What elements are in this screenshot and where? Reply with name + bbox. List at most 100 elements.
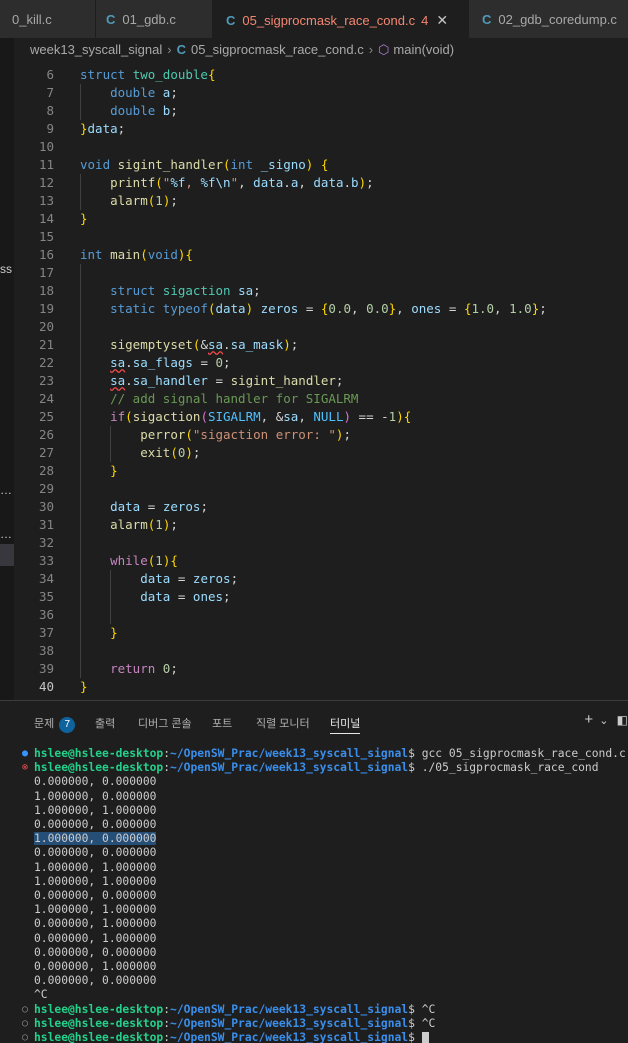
- code-line[interactable]: 11 void sigint_handler(int _signo) {: [14, 156, 628, 174]
- output-text: 0.000000, 0.000000: [34, 846, 157, 860]
- code-line[interactable]: 12 printf("%f, %f\n", data.a, data.b);: [14, 174, 628, 192]
- code-line[interactable]: 24 // add signal handler for SIGALRM: [14, 390, 628, 408]
- indent-guide: [80, 174, 81, 210]
- code-line[interactable]: 10: [14, 138, 628, 156]
- terminal-output-line: 1.000000, 1.000000: [34, 861, 156, 875]
- sidebar-fragment[interactable]: ss: [0, 262, 12, 276]
- code-line[interactable]: 38: [14, 642, 628, 660]
- code-line[interactable]: 7 double a;: [14, 84, 628, 102]
- code-line[interactable]: 28 }: [14, 462, 628, 480]
- code-line[interactable]: 29: [14, 480, 628, 498]
- code-line[interactable]: 25 if(sigaction(SIGALRM, &sa, NULL) == -…: [14, 408, 628, 426]
- tab-terminal[interactable]: 터미널: [330, 715, 361, 734]
- code-line[interactable]: 32: [14, 534, 628, 552]
- code-line[interactable]: 26 perror("sigaction error: ");: [14, 426, 628, 444]
- code-line[interactable]: 16 int main(void){: [14, 246, 628, 264]
- terminal-output-line: 0.000000, 0.000000: [34, 946, 156, 960]
- code-line[interactable]: 31 alarm(1);: [14, 516, 628, 534]
- terminal-profile-icon[interactable]: ◧: [617, 713, 628, 727]
- terminal-output-line: 0.000000, 0.000000: [34, 974, 156, 988]
- command-status-icon[interactable]: ○: [20, 1017, 30, 1031]
- output-text: 1.000000, 1.000000: [34, 874, 157, 888]
- add-terminal-icon[interactable]: +: [584, 711, 593, 728]
- line-number: 29: [38, 481, 54, 496]
- code-line[interactable]: 14}: [14, 210, 628, 228]
- command-text: ./05_sigprocmask_race_cond: [421, 761, 599, 775]
- tab-ports[interactable]: 포트: [212, 715, 232, 731]
- breadcrumb-symbol[interactable]: main(void): [393, 42, 454, 57]
- code-text: data = zeros;: [140, 571, 239, 586]
- code-text: void sigint_handler(int _signo) {: [80, 157, 329, 172]
- code-line[interactable]: 27 exit(0);: [14, 444, 628, 462]
- tab-02-gdb-coredump-c[interactable]: C 02_gdb_coredump.c: [469, 0, 628, 38]
- terminal-output-line: 0.000000, 1.000000: [34, 960, 156, 974]
- indent-guide: [80, 84, 81, 120]
- command-status-icon[interactable]: ○: [20, 1003, 30, 1017]
- tab-01-gdb-c[interactable]: C 01_gdb.c: [96, 0, 213, 38]
- code-text: }data;: [80, 121, 126, 136]
- code-line[interactable]: 9 }data;: [14, 120, 628, 138]
- symbol-method-icon: ⬡: [378, 42, 390, 57]
- tab-debug-console[interactable]: 디버그 콘솔: [138, 715, 192, 731]
- code-line[interactable]: 23 sa.sa_handler = sigint_handler;: [14, 372, 628, 390]
- code-line[interactable]: 18 struct sigaction sa;: [14, 282, 628, 300]
- command-error-icon[interactable]: ⊗: [20, 761, 30, 775]
- prompt-user: hslee@hslee-desktop: [34, 1031, 164, 1043]
- code-line[interactable]: 13 alarm(1);: [14, 192, 628, 210]
- code-text: }: [110, 625, 118, 640]
- terminal-output-line: 0.000000, 1.000000: [34, 932, 156, 946]
- line-number: 11: [38, 157, 54, 172]
- code-line[interactable]: 33 while(1){: [14, 552, 628, 570]
- code-line[interactable]: 39 return 0;: [14, 660, 628, 678]
- terminal-output-line: 1.000000, 0.000000: [34, 832, 157, 846]
- code-editor[interactable]: 6 struct two_double{7 double a; 8 double b…: [14, 62, 628, 700]
- code-line[interactable]: 22 sa.sa_flags = 0;: [14, 354, 628, 372]
- terminal-output-line: 1.000000, 1.000000: [34, 903, 156, 917]
- code-text: sa.sa_flags = 0;: [110, 355, 231, 370]
- prompt-path: ~/OpenSW_Prac/week13_syscall_signal: [170, 1016, 409, 1030]
- output-text: 0.000000, 1.000000: [34, 931, 157, 945]
- breadcrumb: P] week13_syscall_signal›C05_sigprocmask…: [14, 38, 628, 62]
- line-number: 22: [38, 355, 54, 370]
- c-file-icon: C: [226, 13, 236, 28]
- chevron-down-icon[interactable]: ⌄: [599, 715, 608, 727]
- prompt-path: ~/OpenSW_Prac/week13_syscall_signal: [170, 747, 409, 760]
- output-text: 1.000000, 0.000000: [34, 789, 157, 803]
- line-number: 30: [38, 499, 54, 514]
- code-line[interactable]: 20: [14, 318, 628, 336]
- code-line[interactable]: 19 static typeof(data) zeros = {0.0, 0.0…: [14, 300, 628, 318]
- command-status-icon[interactable]: ○: [20, 1031, 30, 1043]
- code-line[interactable]: 36: [14, 606, 628, 624]
- tab-output[interactable]: 출력: [95, 715, 115, 731]
- command-text: ^C: [421, 1002, 436, 1016]
- code-line[interactable]: 30 data = zeros;: [14, 498, 628, 516]
- terminal-output-line: 0.000000, 0.000000: [34, 889, 156, 903]
- line-number: 36: [38, 607, 54, 622]
- code-line[interactable]: 21 sigemptyset(&sa.sa_mask);: [14, 336, 628, 354]
- code-line[interactable]: 8 double b;: [14, 102, 628, 120]
- sidebar-fragment[interactable]: …: [0, 527, 12, 541]
- terminal-view[interactable]: ● hslee@hslee-desktop:~/OpenSW_Prac/week1…: [0, 747, 628, 1043]
- breadcrumb-folder[interactable]: week13_syscall_signal: [30, 42, 162, 57]
- tab-label: 문제: [34, 718, 55, 730]
- sidebar-selected-row[interactable]: [0, 544, 14, 566]
- chevron-right-icon: ›: [368, 42, 374, 57]
- close-icon[interactable]: ✕: [436, 12, 448, 28]
- code-line[interactable]: 17: [14, 264, 628, 282]
- code-line[interactable]: 15: [14, 228, 628, 246]
- tab-0-kill-c[interactable]: 0_kill.c: [0, 0, 96, 38]
- code-line[interactable]: 37 }: [14, 624, 628, 642]
- sidebar-fragment[interactable]: …: [0, 483, 12, 497]
- code-line[interactable]: 34 data = zeros;: [14, 570, 628, 588]
- code-line[interactable]: 35 data = ones;: [14, 588, 628, 606]
- breadcrumb-file[interactable]: 05_sigprocmask_race_cond.c: [191, 42, 364, 57]
- code-line[interactable]: 6 struct two_double{: [14, 66, 628, 84]
- tab-problems[interactable]: 문제 7: [34, 715, 76, 733]
- code-line[interactable]: 40}: [14, 678, 628, 696]
- indent-guide: [110, 426, 112, 462]
- command-success-icon[interactable]: ●: [20, 747, 30, 761]
- tab-serial-monitor[interactable]: 직렬 모니터: [256, 715, 310, 731]
- line-number: 9: [46, 121, 54, 136]
- line-number: 24: [38, 391, 54, 406]
- tab-05-sigprocmask-race-cond-c[interactable]: C 05_sigprocmask_race_cond.c 4 ✕: [213, 0, 469, 38]
